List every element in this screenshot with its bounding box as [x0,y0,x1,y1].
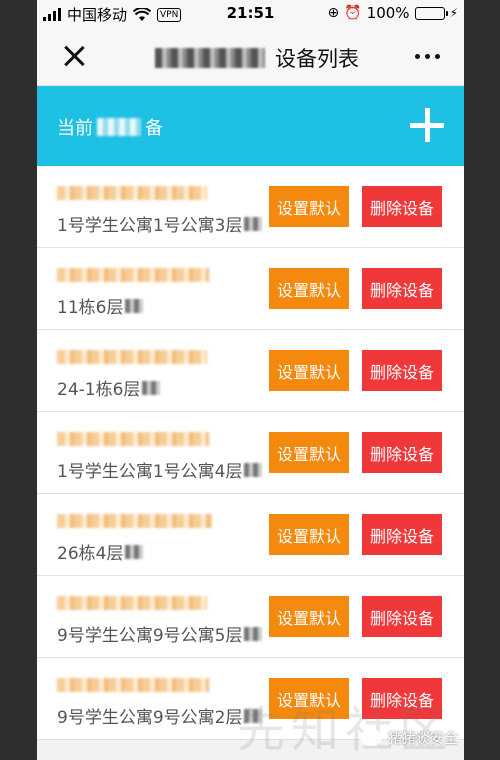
watermark-text: 猪猪谈安全 [388,731,458,747]
device-row: 9号学生公寓9号公寓5层 设置默认 删除设备 [37,576,464,658]
redacted-device-name [57,596,207,610]
delete-device-button[interactable]: 删除设备 [362,514,442,555]
page-title: 设备列表 [275,47,359,71]
redacted-location-suffix [142,380,161,395]
set-default-button[interactable]: 设置默认 [269,268,349,309]
redacted-device-name [57,514,212,528]
set-default-button[interactable]: 设置默认 [269,432,349,473]
more-dots-icon[interactable] [415,54,440,59]
device-location: 1号学生公寓1号公寓4层 [57,457,263,482]
delete-device-button[interactable]: 删除设备 [362,596,442,637]
device-location-text: 11栋6层 [57,298,124,318]
close-icon[interactable] [59,41,89,71]
banner-label-prefix: 当前 [57,118,93,139]
redacted-device-name [57,350,207,364]
wechat-icon [360,730,382,746]
device-location-text: 9号学生公寓9号公寓2层 [57,708,243,728]
delete-device-button[interactable]: 删除设备 [362,350,442,391]
site-watermark: 先知社区 [237,702,454,758]
device-row: 1号学生公寓1号公寓4层 设置默认 删除设备 [37,412,464,494]
device-list: 1号学生公寓1号公寓3层 设置默认 删除设备 11栋6层 设置默认 删除设备 24-1栋6层… [37,166,464,740]
delete-device-button[interactable]: 删除设备 [362,186,442,227]
battery-percent: 100% [366,4,410,22]
device-location: 26栋4层 [57,539,144,564]
device-location-text: 1号学生公寓1号公寓4层 [57,462,243,482]
watermark: 猪猪谈安全 [360,728,458,748]
battery-icon [414,6,448,20]
delete-device-button[interactable]: 删除设备 [362,432,442,473]
device-location-text: 1号学生公寓1号公寓3层 [57,216,243,236]
plus-icon[interactable] [410,108,444,142]
device-row: 24-1栋6层 设置默认 删除设备 [37,330,464,412]
redacted-location-suffix [125,298,144,313]
device-location: 24-1栋6层 [57,375,161,400]
current-device-banner: 当前 备 [37,86,464,166]
device-location: 9号学生公寓9号公寓5层 [57,621,263,646]
device-location: 11栋6层 [57,293,144,318]
device-location-text: 24-1栋6层 [57,380,141,400]
nav-bar: 设备列表 [37,28,464,86]
redacted-device-name [57,432,209,446]
redacted-device-name [57,678,209,692]
set-default-button[interactable]: 设置默认 [269,350,349,391]
device-location-text: 26栋4层 [57,544,124,564]
status-bar: 中国移动 VPN 21:51 ⊕ ⏰ 100% ⚡ [37,0,464,28]
alarm-icon: ⏰ [344,5,362,21]
device-row: 26栋4层 设置默认 删除设备 [37,494,464,576]
redacted-title-prefix [155,48,265,68]
delete-device-button[interactable]: 删除设备 [362,268,442,309]
redacted-location-suffix [244,462,263,477]
set-default-button[interactable]: 设置默认 [269,514,349,555]
status-right: ⊕ ⏰ 100% ⚡ [328,4,459,22]
device-row: 11栋6层 设置默认 删除设备 [37,248,464,330]
device-location-text: 9号学生公寓9号公寓5层 [57,626,243,646]
device-location: 1号学生公寓1号公寓3层 [57,211,263,236]
charging-icon: ⚡ [449,6,458,20]
redacted-location-suffix [244,216,263,231]
nav-title-group: 设备列表 [155,43,359,73]
set-default-button[interactable]: 设置默认 [269,186,349,227]
set-default-button[interactable]: 设置默认 [269,596,349,637]
phone-screen: 中国移动 VPN 21:51 ⊕ ⏰ 100% ⚡ 设备列表 当前 备 1号学生… [37,0,464,760]
rotation-lock-icon: ⊕ [327,5,340,21]
device-location: 9号学生公寓9号公寓2层 [57,703,263,728]
device-row: 1号学生公寓1号公寓3层 设置默认 删除设备 [37,166,464,248]
redacted-location-suffix [244,626,263,641]
banner-label-suffix: 备 [145,118,163,139]
redacted-location-suffix [125,544,144,559]
redacted-device-name [57,268,209,282]
redacted-device-name [57,186,207,200]
banner-label: 当前 备 [57,114,163,140]
redacted-banner-text [97,118,141,136]
